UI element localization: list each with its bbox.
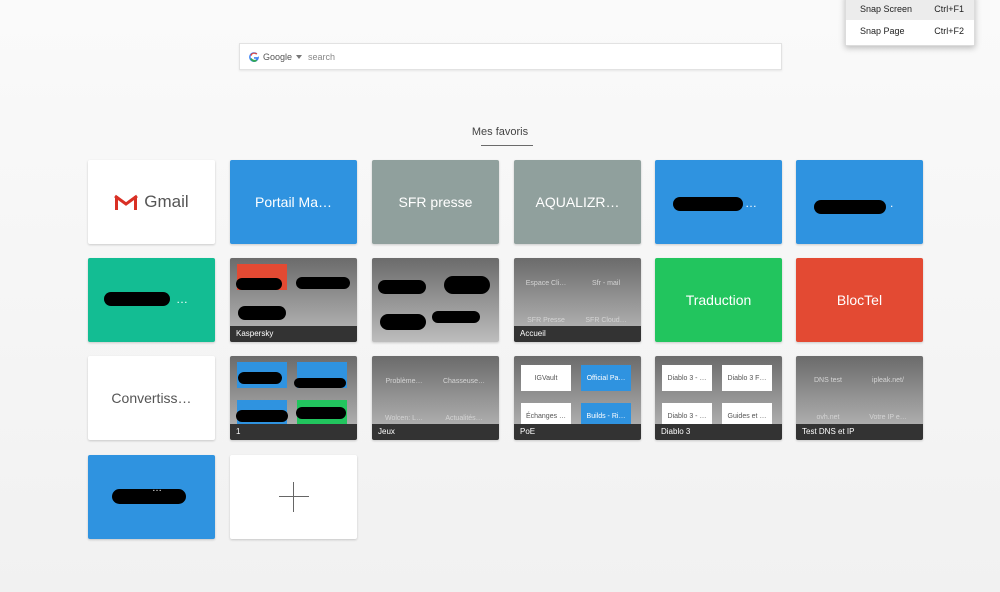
- folder-1[interactable]: 1: [230, 356, 357, 440]
- folder-label: Accueil: [514, 326, 641, 342]
- tile-label: SFR presse: [398, 194, 473, 210]
- redaction-scribble: [238, 372, 282, 384]
- folder-accueil[interactable]: Espace Cli… Sfr - mail SFR Presse SFR Cl…: [514, 258, 641, 342]
- menu-item-snap-screen[interactable]: Snap Screen Ctrl+F1: [846, 0, 974, 20]
- tile-redacted-2[interactable]: .: [796, 160, 923, 244]
- folder-label: Jeux: [372, 424, 499, 440]
- tile-label: Traduction: [685, 292, 752, 308]
- folder-label: Kaspersky: [230, 326, 357, 342]
- tile-label: Convertiss…: [111, 390, 192, 406]
- folder-label: 1: [230, 424, 357, 440]
- folder-item: IGVault: [521, 365, 571, 391]
- redaction-scribble: [378, 280, 426, 294]
- menu-item-shortcut: Ctrl+F1: [934, 4, 964, 14]
- gmail-logo-icon: [114, 194, 139, 210]
- tile-label: …: [745, 196, 757, 210]
- redaction-scribble: [104, 292, 170, 306]
- folder-item: Problème…: [385, 377, 423, 385]
- tile-label: Gmail: [144, 192, 189, 211]
- folder-diablo-3[interactable]: Diablo 3 - … Diablo 3 F… Diablo 3 - … Gu…: [655, 356, 782, 440]
- folder-label: [372, 326, 499, 342]
- plus-icon: [278, 482, 309, 512]
- folder-label: PoE: [514, 424, 641, 440]
- tile-traduction[interactable]: Traduction: [655, 258, 782, 342]
- tile-convertiss[interactable]: Convertiss…: [88, 356, 215, 440]
- menu-item-label: Snap Screen: [860, 4, 913, 14]
- folder-test-dns[interactable]: DNS test ipleak.net/ ovh.net Votre IP e……: [796, 356, 923, 440]
- search-input[interactable]: [308, 51, 709, 62]
- folder-item: Chasseuse…: [442, 377, 486, 385]
- menu-item-snap-page[interactable]: Snap Page Ctrl+F2: [846, 20, 974, 42]
- context-menu: Snap Screen Ctrl+F1 Snap Page Ctrl+F2: [845, 0, 975, 46]
- redaction-scribble: [112, 489, 186, 504]
- tile-label: BlocTel: [836, 292, 883, 308]
- tile-bloctel[interactable]: BlocTel: [796, 258, 923, 342]
- redaction-scribble: [296, 407, 346, 419]
- search-bar: Google: [239, 43, 782, 70]
- redaction-scribble: [296, 277, 350, 289]
- folder-item: Official Pa…: [581, 365, 631, 391]
- tile-label: …: [152, 483, 162, 494]
- tile-label: Portail Ma…: [254, 194, 333, 210]
- redaction-scribble: [294, 378, 346, 388]
- folder-poe[interactable]: IGVault Official Pa… Échanges … Builds -…: [514, 356, 641, 440]
- chevron-down-icon[interactable]: [296, 54, 303, 59]
- redaction-scribble: [432, 311, 480, 323]
- folder-item: ipleak.net/: [872, 376, 904, 384]
- tile-aqualizr[interactable]: AQUALIZR…: [514, 160, 641, 244]
- search-engine-label[interactable]: Google: [263, 52, 292, 62]
- section-title-underline: [481, 145, 533, 146]
- tile-label: .: [890, 196, 894, 210]
- section-title[interactable]: Mes favoris: [0, 126, 1000, 138]
- folder-jeux[interactable]: Problème… Chasseuse… Wolcen: L… Actualit…: [372, 356, 499, 440]
- redaction-scribble: [236, 278, 282, 290]
- folder-label: Diablo 3: [655, 424, 782, 440]
- tile-gmail[interactable]: Gmail: [88, 160, 215, 244]
- folder-item: Diablo 3 - …: [662, 365, 712, 391]
- tile-portail[interactable]: Portail Ma…: [230, 160, 357, 244]
- tile-sfr-presse[interactable]: SFR presse: [372, 160, 499, 244]
- folder-kaspersky[interactable]: Kaspersky: [230, 258, 357, 342]
- redaction-scribble: [236, 410, 288, 422]
- folder-label: Test DNS et IP: [796, 424, 923, 440]
- menu-item-label: Snap Page: [860, 26, 905, 36]
- folder-item: Diablo 3 F…: [722, 365, 772, 391]
- tile-label: …: [176, 292, 188, 306]
- tile-label: AQUALIZR…: [535, 194, 620, 210]
- tile-redacted-3[interactable]: …: [88, 258, 215, 342]
- redaction-scribble: [814, 200, 886, 214]
- add-tile-button[interactable]: [230, 455, 357, 539]
- redaction-scribble: [673, 197, 743, 211]
- tile-redacted-4[interactable]: …: [88, 455, 215, 539]
- google-icon: [249, 51, 259, 62]
- folder-item: DNS test: [813, 376, 842, 384]
- redaction-scribble: [238, 306, 286, 320]
- folder-2[interactable]: [372, 258, 499, 342]
- tile-redacted-1[interactable]: …: [655, 160, 782, 244]
- folder-item: Espace Cli…: [525, 279, 567, 287]
- folder-item: Sfr - mail: [592, 279, 620, 287]
- redaction-scribble: [444, 276, 490, 294]
- menu-item-shortcut: Ctrl+F2: [934, 26, 964, 36]
